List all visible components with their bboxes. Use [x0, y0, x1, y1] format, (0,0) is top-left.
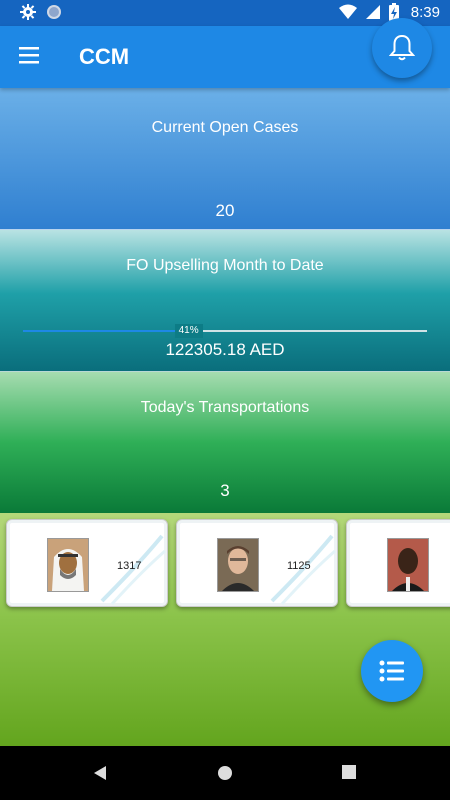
status-bar: 8:39 [0, 0, 450, 26]
settings-icon [20, 4, 36, 20]
staff-card[interactable]: 1125 [176, 519, 338, 607]
wifi-icon [338, 4, 357, 19]
transportations-label: Today's Transportations [140, 399, 310, 416]
progress-fill [23, 330, 189, 332]
staff-photo [47, 538, 89, 592]
staff-card[interactable]: 1317 [6, 519, 168, 607]
hamburger-icon [19, 47, 39, 64]
bell-icon [389, 34, 415, 61]
recents-icon[interactable] [342, 765, 356, 779]
progress-percent-label: 41% [174, 324, 203, 338]
staff-area: 1317 1125 [0, 513, 450, 746]
transportations-tile[interactable]: Today's Transportations 3 [0, 372, 450, 513]
circle-icon [47, 5, 61, 19]
transportations-value: 3 [220, 481, 230, 500]
staff-photo [387, 538, 429, 592]
upselling-label: FO Upselling Month to Date [126, 257, 324, 274]
open-cases-label: Current Open Cases [151, 119, 299, 136]
staff-number: 1317 [117, 560, 142, 572]
system-nav-bar [0, 746, 450, 800]
open-cases-value: 20 [215, 201, 235, 220]
home-icon[interactable] [217, 765, 233, 781]
open-cases-tile[interactable]: Current Open Cases 20 [0, 88, 450, 230]
signal-icon [365, 5, 380, 19]
upselling-tile[interactable]: FO Upselling Month to Date 41% 122305.18… [0, 230, 450, 372]
upselling-progress-bar: 41% [23, 324, 427, 338]
list-fab-button[interactable] [361, 640, 423, 702]
upselling-value: 122305.18 AED [165, 340, 285, 359]
menu-button[interactable] [18, 44, 44, 70]
staff-card[interactable] [346, 519, 450, 607]
app-title: CCM [79, 44, 130, 69]
notification-button[interactable] [372, 18, 432, 78]
list-icon [379, 660, 404, 682]
back-icon[interactable] [92, 765, 108, 781]
staff-photo [217, 538, 259, 592]
status-time: 8:39 [410, 3, 440, 21]
staff-card-list[interactable]: 1317 1125 [6, 519, 450, 613]
staff-number: 1125 [287, 560, 311, 572]
